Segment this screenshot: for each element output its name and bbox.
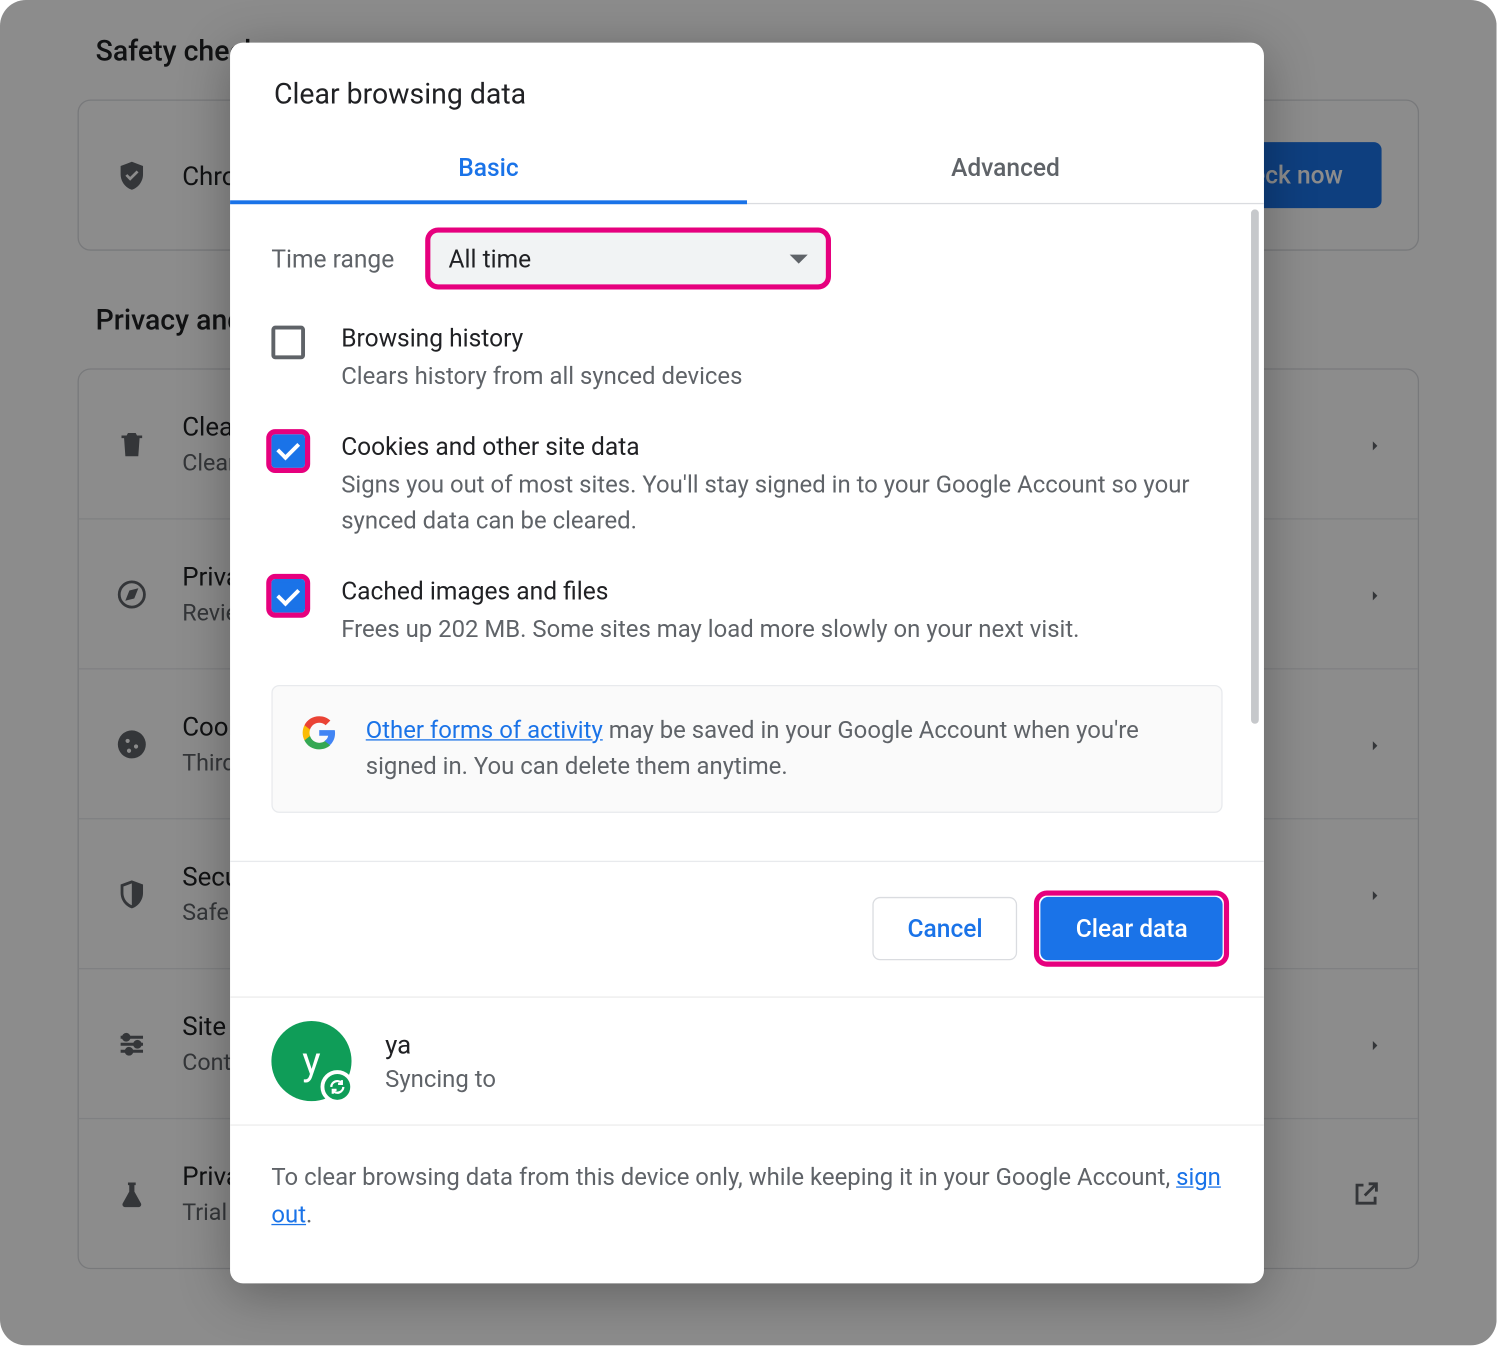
clear-data-button[interactable]: Clear data (1041, 897, 1223, 960)
profile-row: y ya Syncing to (230, 996, 1264, 1125)
avatar: y (271, 1021, 351, 1101)
checkbox-browsing-history[interactable] (271, 326, 305, 360)
scrollbar[interactable] (1251, 209, 1259, 723)
option-cookies[interactable]: Cookies and other site data Signs you ou… (271, 431, 1222, 540)
other-activity-link[interactable]: Other forms of activity (366, 716, 603, 744)
profile-name: ya (385, 1029, 496, 1060)
tab-basic[interactable]: Basic (230, 134, 747, 202)
dialog-body: Time range All time Browsing history Cle… (230, 204, 1264, 861)
google-logo-icon (301, 714, 337, 750)
time-range-select[interactable]: All time (425, 227, 831, 289)
dialog-actions: Cancel Clear data (230, 861, 1264, 997)
time-range-value: All time (449, 244, 532, 274)
option-browsing-history[interactable]: Browsing history Clears history from all… (271, 323, 1222, 395)
profile-status: Syncing to (385, 1065, 496, 1093)
google-activity-info: Other forms of activity may be saved in … (271, 685, 1222, 813)
dialog-title: Clear browsing data (230, 43, 1264, 135)
checkbox-cookies[interactable] (271, 434, 305, 468)
footer-note: To clear browsing data from this device … (230, 1126, 1264, 1267)
checkbox-cache[interactable] (271, 579, 305, 613)
option-cache[interactable]: Cached images and files Frees up 202 MB.… (271, 576, 1222, 648)
cancel-button[interactable]: Cancel (873, 897, 1018, 960)
dialog-tabs: Basic Advanced (230, 134, 1264, 204)
clear-browsing-data-dialog: Clear browsing data Basic Advanced Time … (230, 43, 1264, 1284)
info-text: Other forms of activity may be saved in … (366, 712, 1193, 786)
sync-badge-icon (321, 1070, 355, 1104)
time-range-label: Time range (271, 244, 394, 274)
dropdown-arrow-icon (790, 254, 808, 263)
tab-advanced[interactable]: Advanced (747, 134, 1264, 202)
